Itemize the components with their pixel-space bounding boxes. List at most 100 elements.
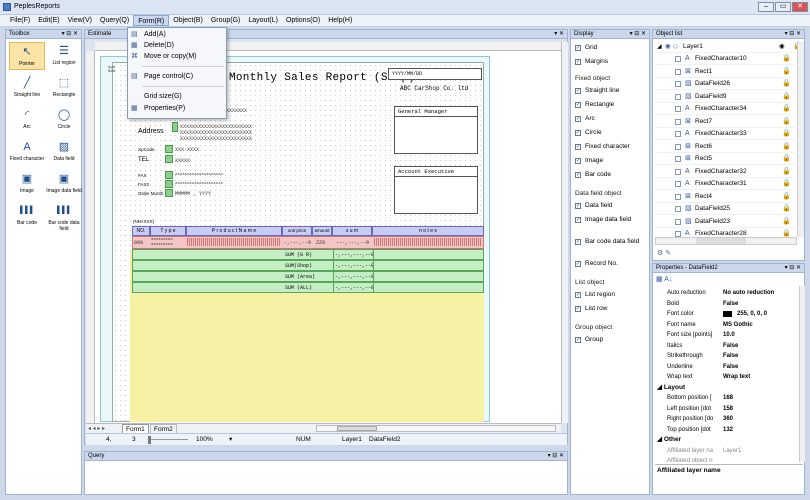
header-product[interactable]: P r o d u c t N a m e [186,226,282,236]
row-notes-field[interactable] [374,238,482,246]
tool-circle[interactable]: ◯ Circle [46,106,82,134]
display-check-bar-code-data-field[interactable]: ✓ Bar code data field [575,238,647,246]
object-row[interactable]: A FixedCharacter34 🔒 [655,103,795,115]
object-checkbox[interactable] [675,68,681,75]
company-name[interactable]: ABC CarShop Co. ltd [400,85,468,92]
property-value[interactable]: 10.0 [723,330,735,340]
row-type-2[interactable]: XXXXXXXXX [151,243,173,247]
hscroll-thumb[interactable] [696,238,746,244]
close-button[interactable]: ✕ [792,2,808,12]
menu-layout[interactable]: Layout(L) [244,15,282,26]
property-value[interactable]: False [723,341,738,351]
object-row[interactable]: A FixedCharacter10 🔒 [655,53,795,65]
object-checkbox[interactable] [675,143,681,150]
header-type[interactable]: T y p e [150,226,186,236]
panel-controls-icon[interactable]: ▾ ⊟ ✕ [785,264,801,273]
tab-nav-icon[interactable]: ◂ ◂ ▸ ▸ [88,425,105,432]
object-row[interactable]: A FixedCharacter28 🔒 [655,228,795,237]
tool-arc[interactable]: ◜ Arc [9,106,45,134]
order-field[interactable]: MMMMM , YYYY [175,191,211,197]
property-value[interactable]: 132 [723,425,733,435]
checkbox[interactable]: ✓ [575,306,581,312]
tel-marker[interactable] [165,155,173,163]
menu-item-move-copy[interactable]: ⌘ Move or copy(M) [128,51,226,62]
lock-icon[interactable]: 🔒 [782,91,791,103]
header-unit-price[interactable]: unit price [282,226,312,236]
header-notes[interactable]: n o t e s [372,226,484,236]
lock-icon[interactable]: 🔒 [782,53,791,65]
checkbox[interactable]: ✓ [575,116,581,122]
display-check-image-data-field[interactable]: ✓ Image data field [575,216,647,224]
menu-options[interactable]: Options(O) [282,15,324,26]
sum-value[interactable]: -,---,---,--9 [335,272,374,281]
object-checkbox[interactable] [675,206,681,212]
property-row[interactable]: Strikethrough False [657,351,799,361]
display-check-grid[interactable]: ✓ Grid [575,44,647,52]
display-check-list-region[interactable]: ✓ List region [575,291,647,299]
row-price[interactable]: -,---,--9 [284,240,311,246]
object-row[interactable]: A FixedCharacter31 🔒 [655,178,795,190]
property-row[interactable]: Bold False [657,299,799,309]
order-marker[interactable] [165,189,173,197]
object-checkbox[interactable] [675,118,681,125]
object-row[interactable]: ⊠ Rect4 🔒 [655,191,795,203]
property-row[interactable]: Left position [dot 158 [657,404,799,414]
display-check-rectangle[interactable]: ✓ Rectangle [575,101,647,109]
row-type-1[interactable]: XXXXXXXXX [151,238,173,242]
tool-list-region[interactable]: ☰ List region [46,42,82,70]
property-row[interactable]: Auto reduction No auto reduction [657,288,799,298]
property-row[interactable]: Italics False [657,341,799,351]
sum-row[interactable]: SUM(Shop) -,---,---,--9 [132,260,484,271]
panel-controls-icon[interactable]: ▾ ⊟ ✕ [785,30,801,39]
property-value[interactable]: No auto reduction [723,288,774,298]
lock-icon[interactable]: 🔒 [782,228,791,237]
manager-box[interactable]: General Manager [394,106,478,154]
date-field[interactable]: YYYY/MM/DD [388,68,482,80]
lock-icon[interactable]: 🔒 [782,178,791,190]
zoom-slider-handle[interactable] [148,436,151,444]
row-sum[interactable]: ---,---,--9 [336,240,369,246]
address-marker[interactable] [172,122,178,132]
lock-icon[interactable]: 🔒 [782,153,791,165]
checkbox[interactable]: ✓ [575,203,581,209]
checkbox[interactable]: ✓ [575,130,581,136]
tool-image[interactable]: ▣ Image [9,170,45,198]
object-row[interactable]: ⊠ Rect6 🔒 [655,141,795,153]
property-row[interactable]: Font color 255, 0, 0, 0 [657,309,799,319]
property-value[interactable]: 168 [723,393,733,403]
zoom-level[interactable]: 100% [196,434,213,446]
display-check-bar-code[interactable]: ✓ Bar code [575,171,647,179]
property-value[interactable]: 255, 0, 0, 0 [737,309,767,319]
fax-field[interactable]: XXXXXXXXXXXXXXXXXXXX [175,173,223,177]
property-row[interactable]: Font name MS Gothic [657,320,799,330]
object-checkbox[interactable] [675,168,681,175]
lock-icon[interactable]: 🔒 [782,78,791,90]
object-list-hscrollbar[interactable] [655,237,797,245]
menu-file[interactable]: File(F) [6,15,34,26]
menu-group[interactable]: Group(G) [207,15,245,26]
lock-icon[interactable]: 🔒 [782,203,791,215]
editor-vscrollbar[interactable] [561,42,568,423]
checkbox[interactable]: ✓ [575,217,581,223]
maximize-button[interactable]: ▭ [775,2,791,12]
display-check-circle[interactable]: ✓ Circle [575,129,647,137]
collapse-icon[interactable]: ◢ [657,436,664,443]
fax2-marker[interactable] [165,180,173,188]
display-check-record-no-[interactable]: ✓ Record No. [575,260,647,268]
menu-item-delete[interactable]: ▦ Delete(D) [128,40,226,51]
executive-box[interactable]: Account Executive [394,166,478,214]
property-row[interactable]: Affiliated layer na Layer1 [657,446,799,456]
tool-fixed-character[interactable]: A Fixed character [9,138,45,166]
editor-close-icon[interactable]: ▾ ✕ [554,30,564,39]
checkbox[interactable]: ✓ [575,172,581,178]
hscroll-thumb[interactable] [337,426,377,431]
menu-item-page-control[interactable]: ▤ Page control(C) [128,71,226,82]
display-check-data-field[interactable]: ✓ Data field [575,202,647,210]
display-check-margins[interactable]: ✓ Margins [575,58,647,66]
tool-pointer[interactable]: ↖ Pointer [9,42,45,70]
object-row[interactable]: ▨ DataField9 🔒 [655,91,795,103]
lock-icon[interactable]: 🔒 [782,66,791,78]
property-row[interactable]: Wrap text Wrap text [657,372,799,382]
property-value[interactable]: False [723,299,738,309]
property-row[interactable]: Bottom position [168 [657,393,799,403]
